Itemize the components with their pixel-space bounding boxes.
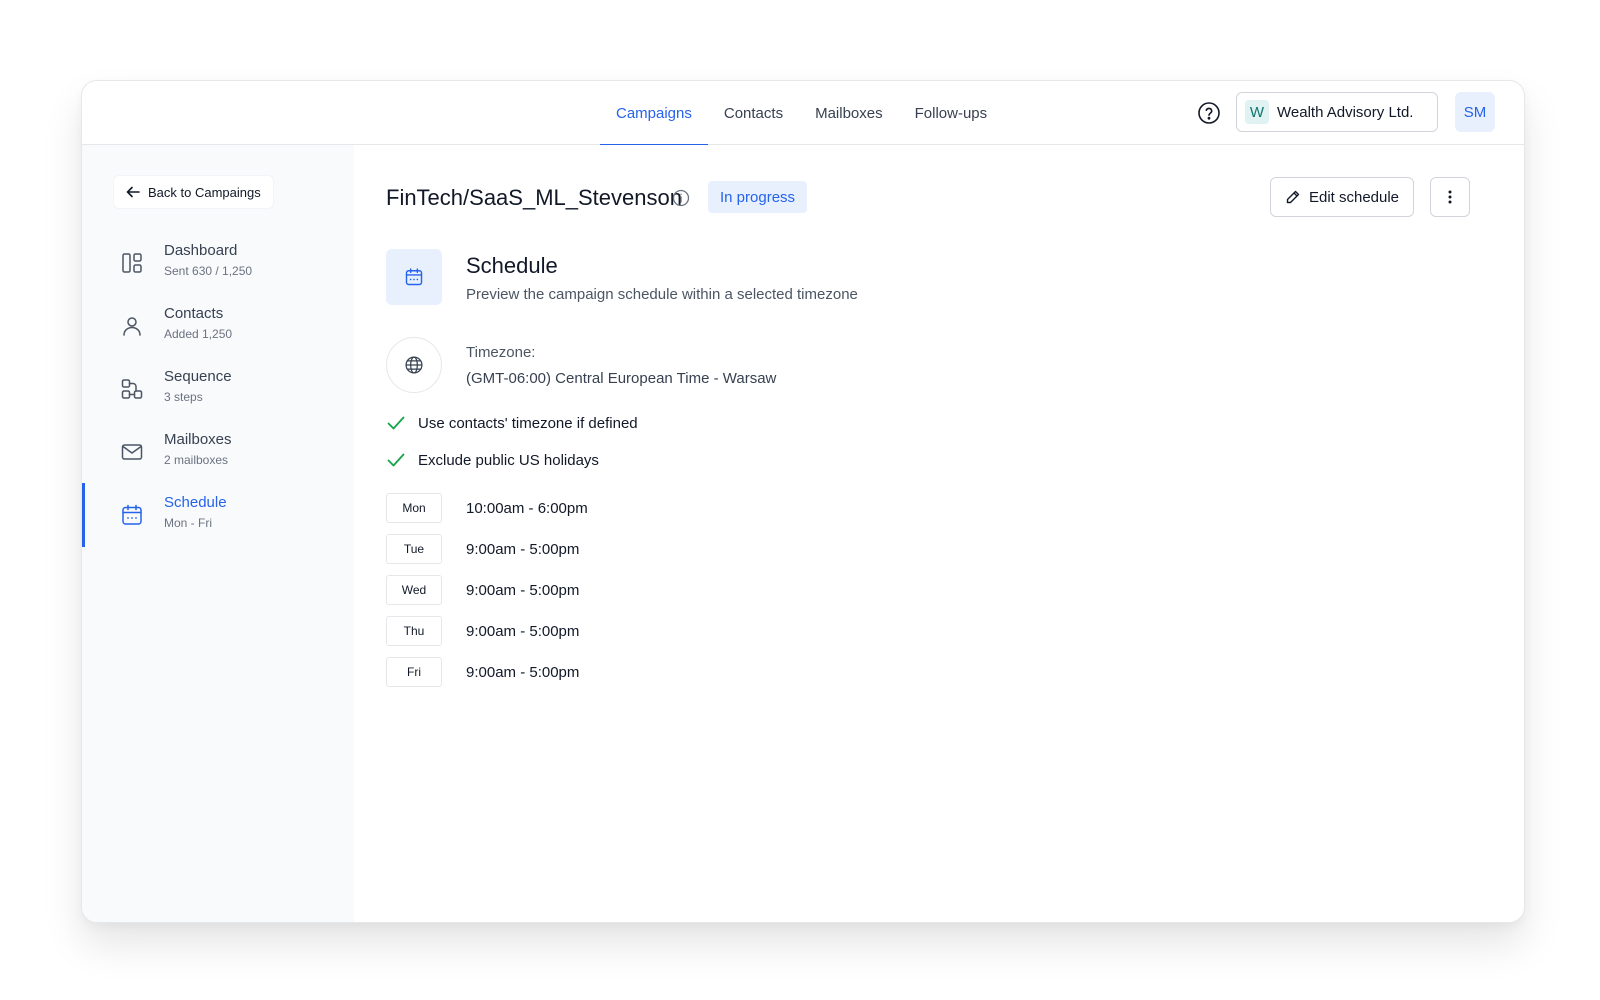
help-icon[interactable] bbox=[1197, 101, 1221, 125]
top-nav: Campaigns Contacts Mailboxes Follow-ups … bbox=[82, 81, 1524, 146]
status-badge: In progress bbox=[708, 181, 808, 213]
mail-icon bbox=[121, 444, 143, 460]
timezone-label: Timezone: bbox=[466, 344, 536, 361]
edit-schedule-label: Edit schedule bbox=[1308, 188, 1400, 206]
sidebar-item-dashboard[interactable]: Dashboard Sent 630 / 1,250 bbox=[82, 231, 354, 295]
sidebar-item-mailboxes[interactable]: Mailboxes 2 mailboxes bbox=[82, 420, 354, 484]
back-to-campaigns-button[interactable]: Back to Campaings bbox=[113, 175, 274, 209]
check-icon bbox=[387, 416, 405, 430]
schedule-row-mon: Mon 10:00am - 6:00pm bbox=[386, 493, 588, 523]
day-hours: 10:00am - 6:00pm bbox=[466, 499, 588, 517]
check-icon bbox=[387, 453, 405, 467]
option-label: Exclude public US holidays bbox=[418, 451, 599, 469]
info-icon[interactable] bbox=[672, 189, 690, 207]
sidebar-item-title: Dashboard bbox=[164, 242, 238, 259]
calendar-icon bbox=[405, 268, 423, 286]
option-exclude-holidays: Exclude public US holidays bbox=[386, 450, 599, 470]
sidebar-item-title: Sequence bbox=[164, 368, 232, 385]
nav-tabs: Campaigns Contacts Mailboxes Follow-ups bbox=[600, 81, 1004, 146]
day-chip: Mon bbox=[386, 493, 442, 523]
org-initial: W bbox=[1245, 100, 1269, 124]
day-hours: 9:00am - 5:00pm bbox=[466, 581, 580, 599]
schedule-icon-box bbox=[386, 249, 442, 305]
sidebar-item-subtitle: Added 1,250 bbox=[164, 327, 233, 341]
tab-campaigns[interactable]: Campaigns bbox=[600, 81, 708, 146]
timezone-value: (GMT-06:00) Central European Time - Wars… bbox=[466, 370, 777, 387]
sidebar-item-subtitle: 2 mailboxes bbox=[164, 453, 229, 467]
day-chip: Wed bbox=[386, 575, 442, 605]
schedule-heading: Schedule bbox=[466, 253, 558, 278]
schedule-row-thu: Thu 9:00am - 5:00pm bbox=[386, 616, 579, 646]
edit-schedule-button[interactable]: Edit schedule bbox=[1270, 177, 1414, 217]
sequence-icon bbox=[121, 379, 143, 399]
sidebar-item-title: Contacts bbox=[164, 305, 224, 322]
timezone-icon-circle bbox=[386, 337, 442, 393]
user-icon bbox=[123, 317, 141, 336]
schedule-row-tue: Tue 9:00am - 5:00pm bbox=[386, 534, 579, 564]
user-avatar[interactable]: SM bbox=[1455, 92, 1495, 132]
dashboard-icon bbox=[122, 253, 142, 273]
more-vertical-icon bbox=[1448, 190, 1452, 204]
schedule-row-fri: Fri 9:00am - 5:00pm bbox=[386, 657, 579, 687]
day-chip: Tue bbox=[386, 534, 442, 564]
sidebar-item-title: Mailboxes bbox=[164, 431, 232, 448]
sidebar-item-sequence[interactable]: Sequence 3 steps bbox=[82, 357, 354, 421]
sidebar-item-schedule[interactable]: Schedule Mon - Fri bbox=[82, 483, 354, 547]
back-label: Back to Campaings bbox=[148, 184, 261, 200]
sidebar: Back to Campaings Dashboard Sent 630 / 1… bbox=[82, 145, 354, 922]
sidebar-item-contacts[interactable]: Contacts Added 1,250 bbox=[82, 294, 354, 358]
organization-switcher[interactable]: W Wealth Advisory Ltd. bbox=[1236, 92, 1438, 132]
day-hours: 9:00am - 5:00pm bbox=[466, 540, 580, 558]
globe-icon bbox=[405, 356, 423, 374]
sidebar-item-subtitle: Mon - Fri bbox=[164, 516, 212, 530]
arrow-left-icon bbox=[126, 186, 140, 198]
option-use-contact-timezone: Use contacts' timezone if defined bbox=[386, 413, 638, 433]
main-content: FinTech/SaaS_ML_Stevenson In progress Ed… bbox=[354, 145, 1524, 922]
schedule-description: Preview the campaign schedule within a s… bbox=[466, 286, 858, 303]
campaign-title: FinTech/SaaS_ML_Stevenson bbox=[386, 185, 682, 210]
day-chip: Thu bbox=[386, 616, 442, 646]
tab-follow-ups[interactable]: Follow-ups bbox=[899, 81, 1004, 145]
option-label: Use contacts' timezone if defined bbox=[418, 414, 638, 432]
calendar-icon bbox=[122, 504, 142, 525]
tab-mailboxes[interactable]: Mailboxes bbox=[799, 81, 899, 145]
org-name: Wealth Advisory Ltd. bbox=[1277, 103, 1414, 121]
sidebar-item-title: Schedule bbox=[164, 494, 227, 511]
tab-contacts[interactable]: Contacts bbox=[708, 81, 799, 145]
sidebar-item-subtitle: 3 steps bbox=[164, 390, 203, 404]
day-hours: 9:00am - 5:00pm bbox=[466, 663, 580, 681]
more-options-button[interactable] bbox=[1430, 177, 1470, 217]
day-hours: 9:00am - 5:00pm bbox=[466, 622, 580, 640]
day-chip: Fri bbox=[386, 657, 442, 687]
app-window: Campaigns Contacts Mailboxes Follow-ups … bbox=[81, 80, 1525, 923]
pencil-icon bbox=[1286, 190, 1300, 204]
schedule-row-wed: Wed 9:00am - 5:00pm bbox=[386, 575, 579, 605]
sidebar-item-subtitle: Sent 630 / 1,250 bbox=[164, 264, 253, 278]
